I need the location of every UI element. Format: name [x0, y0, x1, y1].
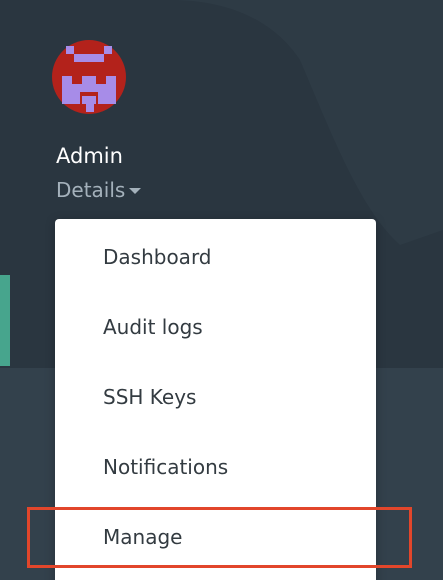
details-dropdown-toggle[interactable]: Details: [56, 176, 142, 204]
menu-item-notifications[interactable]: Notifications: [55, 445, 376, 489]
menu-item-audit-logs[interactable]: Audit logs: [55, 305, 376, 349]
manage-highlight-box: [27, 507, 412, 568]
caret-down-icon: [129, 188, 142, 194]
menu-item-dashboard[interactable]: Dashboard: [55, 235, 376, 279]
details-label: Details: [56, 178, 126, 202]
avatar[interactable]: [52, 40, 126, 114]
active-nav-indicator: [0, 275, 10, 366]
user-name: Admin: [56, 144, 123, 168]
menu-item-ssh-keys[interactable]: SSH Keys: [55, 375, 376, 419]
